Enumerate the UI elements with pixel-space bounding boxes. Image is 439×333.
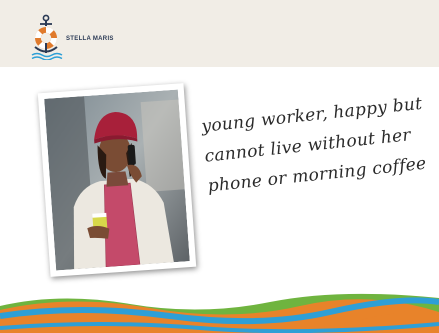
decorative-waves	[0, 293, 439, 333]
brand-name: STELLA MARIS	[66, 36, 114, 42]
header-band: STELLA MARIS	[0, 0, 439, 67]
anchor-lifebuoy-icon	[31, 14, 63, 60]
caption-text: young worker, happy but cannot live with…	[200, 88, 433, 201]
woman-with-phone-photo	[44, 89, 190, 271]
photo-card	[37, 83, 197, 277]
